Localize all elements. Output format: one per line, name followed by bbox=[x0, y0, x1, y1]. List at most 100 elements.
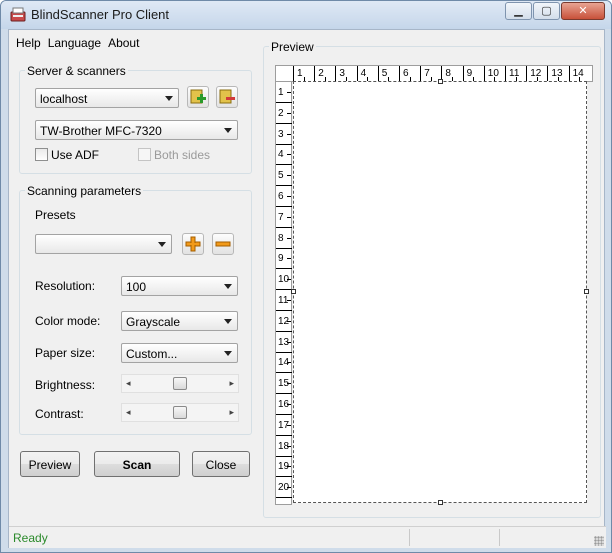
add-server-button[interactable] bbox=[187, 86, 209, 108]
color-mode-combo-value: Grayscale bbox=[126, 315, 181, 329]
ruler-label: 10 bbox=[487, 68, 499, 79]
ruler-label: 4 bbox=[278, 149, 284, 161]
use-adf-label: Use ADF bbox=[51, 148, 100, 162]
scanner-combo[interactable]: TW-Brother MFC-7320 bbox=[35, 120, 238, 140]
ruler-tick bbox=[276, 393, 292, 395]
selection-handle-top[interactable] bbox=[438, 79, 443, 84]
brightness-slider[interactable]: ◂ ▸ bbox=[121, 374, 239, 393]
contrast-slider[interactable]: ◂ ▸ bbox=[121, 403, 239, 422]
server-group-title: Server & scanners bbox=[25, 64, 128, 78]
ruler-tick bbox=[276, 268, 292, 270]
presets-combo[interactable] bbox=[35, 234, 172, 254]
chevron-down-icon bbox=[224, 284, 232, 289]
maximize-icon: ▢ bbox=[541, 5, 552, 17]
scroll-right-icon[interactable]: ▸ bbox=[229, 378, 234, 389]
both-sides-checkbox[interactable] bbox=[138, 148, 151, 161]
contrast-slider-thumb[interactable] bbox=[173, 406, 187, 419]
paper-size-label: Paper size: bbox=[35, 346, 96, 360]
brightness-slider-thumb[interactable] bbox=[173, 377, 187, 390]
ruler-label: 2 bbox=[318, 68, 324, 79]
selection-handle-left[interactable] bbox=[291, 289, 296, 294]
server-combo[interactable]: localhost bbox=[35, 88, 179, 108]
scan-button[interactable]: Scan bbox=[94, 451, 180, 477]
chevron-down-icon bbox=[224, 319, 232, 324]
close-window-button[interactable]: ✕ bbox=[561, 2, 605, 20]
resolution-combo[interactable]: 100 bbox=[121, 276, 238, 296]
ruler-minor-tick bbox=[287, 258, 291, 260]
ruler-label: 4 bbox=[360, 68, 367, 79]
ruler-minor-tick bbox=[287, 133, 291, 135]
ruler-tick bbox=[399, 66, 400, 82]
scroll-left-icon[interactable]: ◂ bbox=[126, 407, 131, 418]
ruler-label: 13 bbox=[551, 68, 563, 79]
ruler-minor-tick bbox=[287, 92, 291, 93]
paper-size-combo-value: Custom... bbox=[126, 347, 178, 361]
ruler-tick bbox=[505, 66, 506, 82]
ruler-tick bbox=[568, 66, 570, 82]
use-adf-checkbox[interactable] bbox=[35, 148, 48, 161]
maximize-button[interactable]: ▢ bbox=[533, 2, 560, 20]
server-combo-value: localhost bbox=[40, 92, 88, 106]
title-bar[interactable]: BlindScanner Pro Client ▁ ▢ ✕ bbox=[1, 1, 611, 29]
ruler-label: 14 bbox=[572, 68, 584, 79]
ruler-tick bbox=[526, 66, 528, 82]
ruler-label: 11 bbox=[509, 68, 520, 79]
chevron-down-icon bbox=[224, 128, 232, 133]
both-sides-label: Both sides bbox=[154, 148, 211, 162]
ruler-tick bbox=[276, 310, 292, 311]
menu-language[interactable]: Language bbox=[46, 30, 104, 52]
resize-grip-icon[interactable] bbox=[594, 536, 604, 546]
ruler-minor-tick bbox=[287, 487, 291, 489]
add-server-icon bbox=[190, 89, 206, 104]
ruler-tick bbox=[276, 434, 292, 436]
ruler-tick bbox=[314, 66, 316, 82]
ruler-minor-tick bbox=[287, 154, 291, 156]
selection-handle-right[interactable] bbox=[584, 289, 589, 294]
menu-about[interactable]: About bbox=[106, 30, 142, 52]
menu-help[interactable]: Help bbox=[14, 30, 44, 52]
scroll-left-icon[interactable]: ◂ bbox=[126, 378, 131, 389]
ruler-label: 3 bbox=[278, 128, 284, 140]
contrast-label: Contrast: bbox=[35, 407, 84, 421]
ruler-label: 5 bbox=[381, 68, 388, 79]
scroll-right-icon[interactable]: ▸ bbox=[229, 407, 234, 418]
ruler-tick bbox=[276, 143, 292, 145]
ruler-minor-tick bbox=[287, 279, 291, 281]
color-mode-combo[interactable]: Grayscale bbox=[121, 311, 238, 331]
ruler-minor-tick bbox=[287, 237, 291, 239]
ruler-minor-tick bbox=[287, 196, 291, 197]
ruler-label: 6 bbox=[278, 191, 284, 202]
ruler-label: 2 bbox=[278, 107, 284, 119]
ruler-tick bbox=[276, 497, 292, 499]
ruler-label: 12 bbox=[530, 68, 542, 79]
brightness-label: Brightness: bbox=[35, 378, 96, 392]
add-preset-button[interactable] bbox=[182, 233, 204, 255]
ruler-tick bbox=[276, 476, 292, 478]
ruler-minor-tick bbox=[287, 445, 291, 447]
horizontal-ruler: 1 2 3 4 5 6 7 8 9 10 11 12 13 14 bbox=[275, 65, 593, 82]
ruler-minor-tick bbox=[287, 216, 291, 218]
remove-preset-button[interactable] bbox=[212, 233, 234, 255]
ruler-minor-tick bbox=[287, 404, 291, 405]
ruler-label: 1 bbox=[278, 87, 284, 98]
ruler-tick bbox=[420, 66, 422, 82]
ruler-label: 8 bbox=[278, 232, 284, 244]
ruler-tick bbox=[276, 289, 292, 291]
ruler-tick bbox=[276, 164, 292, 166]
close-button[interactable]: Close bbox=[192, 451, 250, 477]
selection-handle-bottom[interactable] bbox=[438, 500, 443, 505]
ruler-tick bbox=[276, 102, 292, 103]
paper-size-combo[interactable]: Custom... bbox=[121, 343, 238, 363]
ruler-tick bbox=[276, 185, 292, 187]
status-bar: Ready bbox=[9, 526, 606, 548]
minimize-button[interactable]: ▁ bbox=[505, 2, 532, 20]
ruler-tick bbox=[276, 414, 292, 415]
window-title: BlindScanner Pro Client bbox=[31, 7, 170, 22]
remove-server-button[interactable] bbox=[216, 86, 238, 108]
chevron-down-icon bbox=[165, 96, 173, 101]
preview-canvas[interactable] bbox=[291, 79, 589, 505]
preview-button[interactable]: Preview bbox=[20, 451, 80, 477]
ruler-label: 7 bbox=[424, 68, 430, 79]
ruler-tick bbox=[276, 206, 292, 207]
ruler-minor-tick bbox=[287, 341, 291, 343]
